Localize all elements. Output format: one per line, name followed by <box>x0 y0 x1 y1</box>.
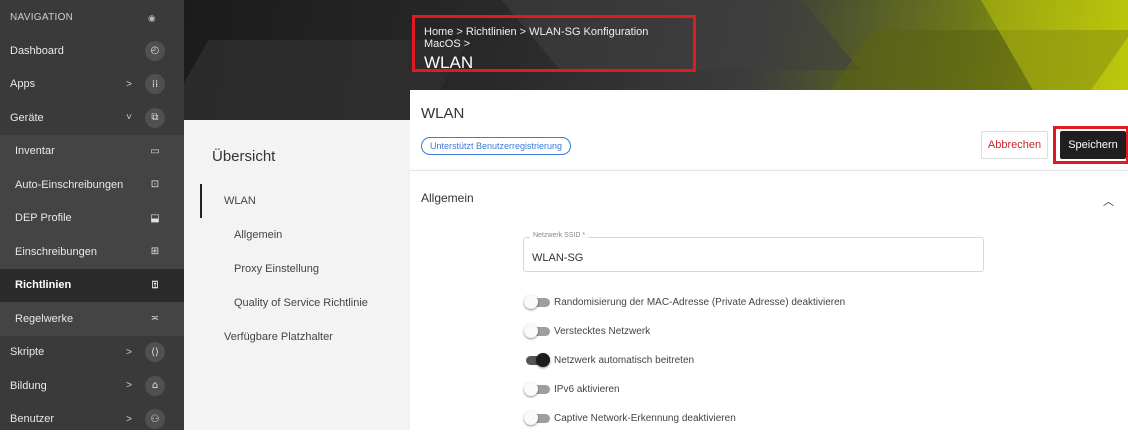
nav-title: NAVIGATION <box>10 12 73 23</box>
policies-icon: ⍐ <box>145 275 165 295</box>
users-icon: ⚇ <box>145 409 165 429</box>
ssid-label: Netzwerk SSID * <box>530 232 588 239</box>
apps-grid-icon: ⁞⁞ <box>145 74 165 94</box>
toc-item-label: Quality of Service Richtlinie <box>234 297 368 309</box>
policy-card: WLAN Unterstützt Benutzerregistrierung A… <box>410 90 1128 430</box>
overview-pane: Übersicht WLAN Allgemein Proxy Einstellu… <box>184 120 410 430</box>
toc-item-label: Verfügbare Platzhalter <box>224 331 333 343</box>
sidebar-item-label: Geräte <box>10 112 44 124</box>
chevron-up-icon[interactable]: ︿ <box>1103 193 1114 209</box>
page-title: WLAN <box>424 53 684 73</box>
toggle-captive-network[interactable]: Captive Network-Erkennung deaktivieren <box>524 408 736 428</box>
toc-item-placeholders[interactable]: Verfügbare Platzhalter <box>200 320 400 354</box>
chevron-right-icon: > <box>126 347 132 358</box>
chevron-right-icon: > <box>126 380 132 391</box>
chevron-right-icon: > <box>126 414 132 425</box>
sidebar-item-label: DEP Profile <box>15 212 72 224</box>
toggle-switch[interactable] <box>524 294 550 310</box>
section-title[interactable]: Allgemein <box>421 191 474 205</box>
toc-item-wlan[interactable]: WLAN <box>200 184 400 218</box>
sidebar-item-bildung[interactable]: Bildung > ⌂ <box>0 369 184 403</box>
toggle-hidden-network[interactable]: Verstecktes Netzwerk <box>524 321 650 341</box>
sidebar-item-dep-profile[interactable]: DEP Profile ⬓ <box>0 202 184 236</box>
toc-item-proxy[interactable]: Proxy Einstellung <box>200 252 400 286</box>
save-button[interactable]: Speichern <box>1060 131 1126 159</box>
chevron-down-icon: ˅ <box>126 112 132 123</box>
toggle-switch[interactable] <box>524 410 550 426</box>
toggle-label: Verstecktes Netzwerk <box>554 326 650 337</box>
sidebar-item-regelwerke[interactable]: Regelwerke ≍ <box>0 302 184 336</box>
overview-title: Übersicht <box>212 148 275 165</box>
sidebar-item-label: Dashboard <box>10 45 64 57</box>
toc-item-allgemein[interactable]: Allgemein <box>200 218 400 252</box>
ssid-value[interactable]: WLAN-SG <box>532 252 583 264</box>
toggle-auto-join[interactable]: Netzwerk automatisch beitreten <box>524 350 694 370</box>
card-title: WLAN <box>421 105 464 122</box>
toggle-switch[interactable] <box>524 352 550 368</box>
sidebar-navigation: NAVIGATION ◉ Dashboard ◴ Apps > ⁞⁞ Gerät… <box>0 0 184 430</box>
section-allgemein: Allgemein ︿ Netzwerk SSID * WLAN-SG Rand… <box>410 170 1128 431</box>
sidebar-item-label: Bildung <box>10 380 47 392</box>
sidebar-item-inventar[interactable]: Inventar ▭ <box>0 135 184 169</box>
toggle-switch[interactable] <box>524 381 550 397</box>
sidebar-item-label: Einschreibungen <box>15 246 97 258</box>
inventory-icon: ▭ <box>145 141 165 161</box>
sidebar-item-label: Benutzer <box>10 413 54 425</box>
sidebar-item-label: Regelwerke <box>15 313 73 325</box>
chevron-right-icon: > <box>126 79 132 90</box>
education-icon: ⌂ <box>145 376 165 396</box>
sidebar-item-label: Inventar <box>15 145 55 157</box>
breadcrumb[interactable]: Home > Richtlinien > WLAN-SG Konfigurati… <box>424 26 684 50</box>
devices-icon: ⧉ <box>145 108 165 128</box>
sidebar-item-einschreibungen[interactable]: Einschreibungen ⊞ <box>0 235 184 269</box>
sidebar-item-skripte[interactable]: Skripte > ⟨⟩ <box>0 336 184 370</box>
user-enrollment-badge: Unterstützt Benutzerregistrierung <box>421 137 571 155</box>
sidebar-item-richtlinien[interactable]: Richtlinien ⍐ <box>0 269 184 303</box>
dep-profile-icon: ⬓ <box>145 208 165 228</box>
sidebar-item-dashboard[interactable]: Dashboard ◴ <box>0 34 184 68</box>
sidebar-item-label: Apps <box>10 78 35 90</box>
rulesets-icon: ≍ <box>145 309 165 329</box>
breadcrumb-highlight: Home > Richtlinien > WLAN-SG Konfigurati… <box>412 15 696 72</box>
scripts-icon: ⟨⟩ <box>145 342 165 362</box>
toc-item-qos[interactable]: Quality of Service Richtlinie <box>200 286 400 320</box>
auto-enroll-icon: ⊡ <box>145 175 165 195</box>
nav-header: NAVIGATION ◉ <box>0 0 184 34</box>
cancel-button[interactable]: Abbrechen <box>981 131 1048 159</box>
toggle-mac-randomization[interactable]: Randomisierung der MAC-Adresse (Private … <box>524 292 845 312</box>
ssid-field[interactable]: Netzwerk SSID * WLAN-SG <box>523 237 984 272</box>
dashboard-gauge-icon: ◴ <box>145 41 165 61</box>
toc-item-label: Proxy Einstellung <box>234 263 319 275</box>
toc-item-label: Allgemein <box>234 229 282 241</box>
sidebar-item-apps[interactable]: Apps > ⁞⁞ <box>0 68 184 102</box>
sidebar-item-label: Skripte <box>10 346 44 358</box>
toggle-switch[interactable] <box>524 323 550 339</box>
toc-item-label: WLAN <box>224 195 256 207</box>
sidebar-item-auto-einschreibungen[interactable]: Auto-Einschreibungen ⊡ <box>0 168 184 202</box>
enrollments-icon: ⊞ <box>145 242 165 262</box>
sidebar-item-label: Auto-Einschreibungen <box>15 179 123 191</box>
overview-toc: WLAN Allgemein Proxy Einstellung Quality… <box>200 184 400 354</box>
toggle-label: Netzwerk automatisch beitreten <box>554 355 694 366</box>
toggle-label: Randomisierung der MAC-Adresse (Private … <box>554 297 845 308</box>
toggle-ipv6[interactable]: IPv6 aktivieren <box>524 379 620 399</box>
toggle-label: Captive Network-Erkennung deaktivieren <box>554 413 736 424</box>
sidebar-item-label: Richtlinien <box>15 279 71 291</box>
sidebar-item-benutzer[interactable]: Benutzer > ⚇ <box>0 403 184 436</box>
pin-icon[interactable]: ◉ <box>148 13 156 24</box>
toggle-label: IPv6 aktivieren <box>554 384 620 395</box>
sidebar-item-geraete[interactable]: Geräte ˅ ⧉ <box>0 101 184 135</box>
